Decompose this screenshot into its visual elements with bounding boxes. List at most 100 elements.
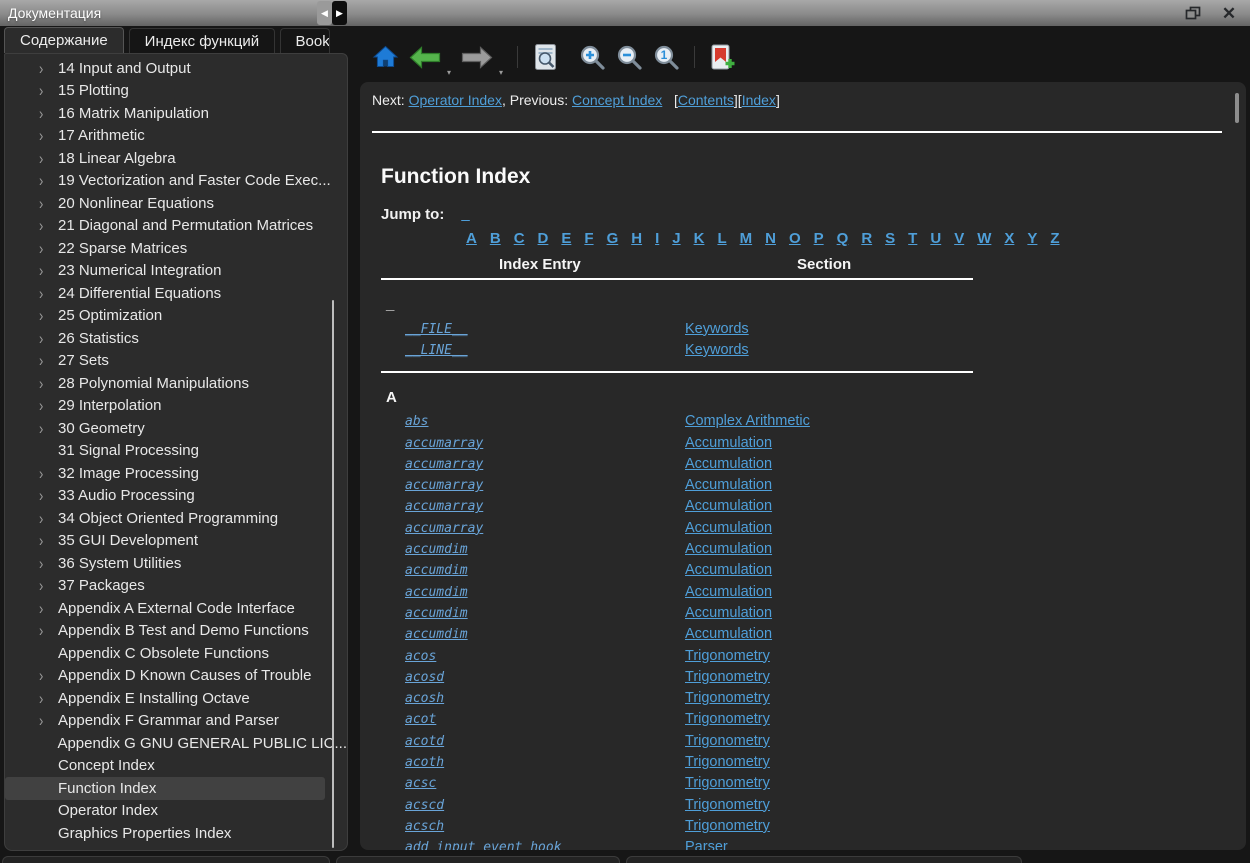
tree-item[interactable]: ›19 Vectorization and Faster Code Exec..… [5,170,347,193]
jump-underscore-link[interactable]: _ [461,206,469,223]
chevron-right-icon[interactable]: › [39,465,58,481]
index-entry-link[interactable]: acos [405,649,436,664]
back-dropdown-icon[interactable]: ▾ [447,68,451,77]
section-link[interactable]: Keywords [685,321,749,337]
section-link[interactable]: Accumulation [685,498,772,514]
tree-item[interactable]: ›Appendix E Installing Octave [5,687,347,710]
tree-item[interactable]: ›29 Interpolation [5,395,347,418]
index-entry-link[interactable]: acosd [405,670,444,685]
index-entry-link[interactable]: acscd [405,798,444,813]
tree-item[interactable]: ›35 GUI Development [5,530,347,553]
index-entry-link[interactable]: accumdim [405,563,468,578]
tree-item[interactable]: ›14 Input and Output [5,57,347,80]
chevron-right-icon[interactable]: › [39,668,58,684]
section-link[interactable]: Parser [685,839,728,850]
letter-link-U[interactable]: U [930,230,941,247]
section-link[interactable]: Accumulation [685,562,772,578]
add-bookmark-button[interactable] [707,41,738,73]
tree-item[interactable]: Concept Index [5,755,347,778]
tab-содержание[interactable]: Содержание [4,27,124,53]
letter-link-K[interactable]: K [694,230,705,247]
section-link[interactable]: Trigonometry [685,754,770,770]
letter-link-B[interactable]: B [490,230,501,247]
tree-item[interactable]: ›24 Differential Equations [5,282,347,305]
tab-scroll-right-button[interactable]: ▶ [332,1,347,25]
tree-item[interactable]: ›30 Geometry [5,417,347,440]
chevron-right-icon[interactable]: › [39,173,58,189]
letter-link-O[interactable]: O [789,230,801,247]
tree-item[interactable]: ›26 Statistics [5,327,347,350]
chevron-right-icon[interactable]: › [39,150,58,166]
tree-item[interactable]: ›25 Optimization [5,305,347,328]
chevron-right-icon[interactable]: › [39,128,58,144]
chevron-right-icon[interactable]: › [39,218,58,234]
chevron-right-icon[interactable]: › [39,195,58,211]
restore-window-button[interactable] [1184,5,1202,21]
letter-link-H[interactable]: H [631,230,642,247]
tree-item[interactable]: ›27 Sets [5,350,347,373]
tree-item[interactable]: ›36 System Utilities [5,552,347,575]
index-entry-link[interactable]: acsc [405,776,436,791]
index-entry-link[interactable]: acotd [405,734,444,749]
home-button[interactable] [370,42,401,72]
section-link[interactable]: Trigonometry [685,797,770,813]
chevron-right-icon[interactable]: › [39,60,58,76]
section-link[interactable]: Trigonometry [685,690,770,706]
tree-item[interactable]: Appendix C Obsolete Functions [5,642,347,665]
close-window-button[interactable]: ✕ [1220,5,1238,21]
chevron-right-icon[interactable]: › [39,330,58,346]
index-entry-link[interactable]: accumarray [405,499,483,514]
chevron-right-icon[interactable]: › [39,578,58,594]
tree-item[interactable]: ›Appendix F Grammar and Parser [5,710,347,733]
letter-link-R[interactable]: R [861,230,872,247]
letter-link-Y[interactable]: Y [1027,230,1037,247]
chevron-right-icon[interactable]: › [39,690,58,706]
back-button[interactable] [407,44,443,71]
letter-link-X[interactable]: X [1004,230,1014,247]
tree-item[interactable]: ›Appendix B Test and Demo Functions [5,620,347,643]
chevron-right-icon[interactable]: › [39,420,58,436]
index-entry-link[interactable]: acsch [405,819,444,834]
tree-item[interactable]: ›28 Polynomial Manipulations [5,372,347,395]
section-link[interactable]: Trigonometry [685,648,770,664]
section-link[interactable]: Trigonometry [685,669,770,685]
zoom-out-button[interactable] [614,42,645,73]
letter-link-V[interactable]: V [954,230,964,247]
tree-item[interactable]: ›15 Plotting [5,80,347,103]
tab-scroll-left-button[interactable]: ◀ [317,1,332,25]
index-entry-link[interactable]: accumdim [405,627,468,642]
section-link[interactable]: Accumulation [685,626,772,642]
letter-link-W[interactable]: W [977,230,991,247]
tree-item[interactable]: ›20 Nonlinear Equations [5,192,347,215]
tree-item[interactable]: Appendix G GNU GENERAL PUBLIC LIC... [5,732,347,755]
letter-link-C[interactable]: C [514,230,525,247]
chevron-right-icon[interactable]: › [39,623,58,639]
index-entry-link[interactable]: accumdim [405,606,468,621]
tree-item[interactable]: Operator Index [5,800,347,823]
nav-next-link[interactable]: Operator Index [409,92,502,108]
index-entry-link[interactable]: acoth [405,755,444,770]
tree-item[interactable]: ›21 Diagonal and Permutation Matrices [5,215,347,238]
section-link[interactable]: Accumulation [685,541,772,557]
letter-link-J[interactable]: J [672,230,680,247]
section-link[interactable]: Accumulation [685,605,772,621]
letter-link-Q[interactable]: Q [837,230,849,247]
section-link[interactable]: Accumulation [685,435,772,451]
letter-link-L[interactable]: L [717,230,726,247]
letter-link-P[interactable]: P [814,230,824,247]
chevron-right-icon[interactable]: › [39,263,58,279]
forward-dropdown-icon[interactable]: ▾ [499,68,503,77]
index-entry-link[interactable]: accumarray [405,436,483,451]
tree-item[interactable]: ›33 Audio Processing [5,485,347,508]
index-entry-link[interactable]: acot [405,712,436,727]
tab-book[interactable]: Book [280,28,330,53]
chevron-right-icon[interactable]: › [39,713,58,729]
tree-item[interactable]: ›16 Matrix Manipulation [5,102,347,125]
chevron-right-icon[interactable]: › [39,510,58,526]
chevron-right-icon[interactable]: › [39,600,58,616]
letter-link-I[interactable]: I [655,230,659,247]
letter-link-G[interactable]: G [607,230,619,247]
tree-item[interactable]: ›18 Linear Algebra [5,147,347,170]
nav-contents-link[interactable]: Contents [678,92,734,108]
letter-link-A[interactable]: A [466,230,477,247]
